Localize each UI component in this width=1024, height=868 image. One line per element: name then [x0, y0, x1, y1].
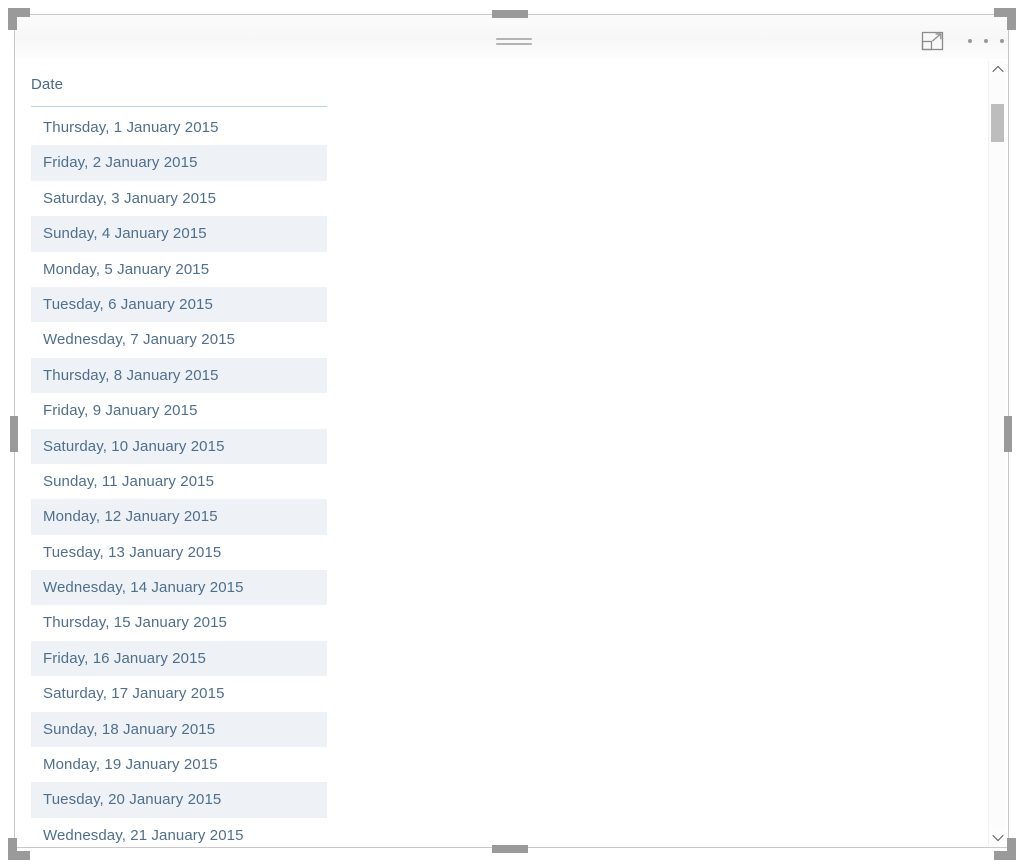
table-row[interactable]: Saturday, 17 January 2015 [31, 676, 327, 711]
more-options-dot [968, 39, 972, 43]
table-row[interactable]: Thursday, 1 January 2015 [31, 110, 327, 145]
scroll-up-arrow-icon[interactable] [989, 61, 1006, 78]
table-row[interactable]: Friday, 2 January 2015 [31, 145, 327, 181]
table-visual-container[interactable]: Date Thursday, 1 January 2015 Friday, 2 J… [14, 14, 1009, 848]
chevron-up-icon [991, 65, 1004, 77]
table-region: Date Thursday, 1 January 2015 Friday, 2 J… [15, 59, 1008, 847]
table-row[interactable]: Monday, 12 January 2015 [31, 499, 327, 535]
more-options-icon[interactable] [965, 29, 1007, 53]
drag-handle[interactable] [496, 38, 532, 46]
table-row[interactable]: Friday, 9 January 2015 [31, 393, 327, 428]
resize-handle-top[interactable] [492, 10, 528, 18]
column-header-date[interactable]: Date [31, 71, 327, 107]
table-row[interactable]: Saturday, 10 January 2015 [31, 428, 327, 464]
resize-handle-right[interactable] [1004, 416, 1012, 452]
table-row[interactable]: Thursday, 15 January 2015 [31, 605, 327, 640]
vertical-scrollbar[interactable] [988, 61, 1006, 845]
table-rows: Thursday, 1 January 2015 Friday, 2 Januar… [31, 110, 327, 847]
visual-header-bar [15, 15, 1008, 59]
resize-handle-bottom-right[interactable] [994, 838, 1016, 860]
resize-handle-top-right[interactable] [994, 8, 1016, 30]
table-row[interactable]: Saturday, 3 January 2015 [31, 181, 327, 216]
focus-mode-glyph [921, 31, 944, 51]
resize-handle-top-left[interactable] [8, 8, 30, 30]
drag-handle-line [496, 43, 532, 45]
table-row[interactable]: Wednesday, 21 January 2015 [31, 818, 327, 847]
drag-handle-line [496, 38, 532, 40]
table-row[interactable]: Monday, 5 January 2015 [31, 252, 327, 287]
more-options-dot [984, 39, 988, 43]
table-row[interactable]: Sunday, 4 January 2015 [31, 216, 327, 252]
table-row[interactable]: Monday, 19 January 2015 [31, 747, 327, 782]
table-row[interactable]: Tuesday, 6 January 2015 [31, 286, 327, 323]
scrollbar-track[interactable] [989, 78, 1006, 828]
resize-handle-bottom[interactable] [492, 845, 528, 853]
table-row[interactable]: Tuesday, 13 January 2015 [31, 535, 327, 570]
more-options-dot [1000, 39, 1004, 43]
focus-mode-icon[interactable] [918, 28, 948, 54]
table-row[interactable]: Sunday, 18 January 2015 [31, 711, 327, 748]
table-row[interactable]: Wednesday, 7 January 2015 [31, 322, 327, 357]
table-row[interactable]: Wednesday, 14 January 2015 [31, 570, 327, 606]
table-row[interactable]: Sunday, 11 January 2015 [31, 464, 327, 499]
table-row[interactable]: Thursday, 8 January 2015 [31, 357, 327, 394]
handle-arm [1007, 838, 1016, 860]
resize-handle-left[interactable] [10, 416, 18, 452]
resize-handle-bottom-left[interactable] [8, 838, 30, 860]
scrollbar-thumb[interactable] [991, 104, 1004, 142]
handle-arm [8, 838, 17, 860]
table-row[interactable]: Tuesday, 20 January 2015 [31, 782, 327, 818]
table-row[interactable]: Friday, 16 January 2015 [31, 640, 327, 677]
handle-arm [1007, 8, 1016, 30]
handle-arm [8, 8, 17, 30]
